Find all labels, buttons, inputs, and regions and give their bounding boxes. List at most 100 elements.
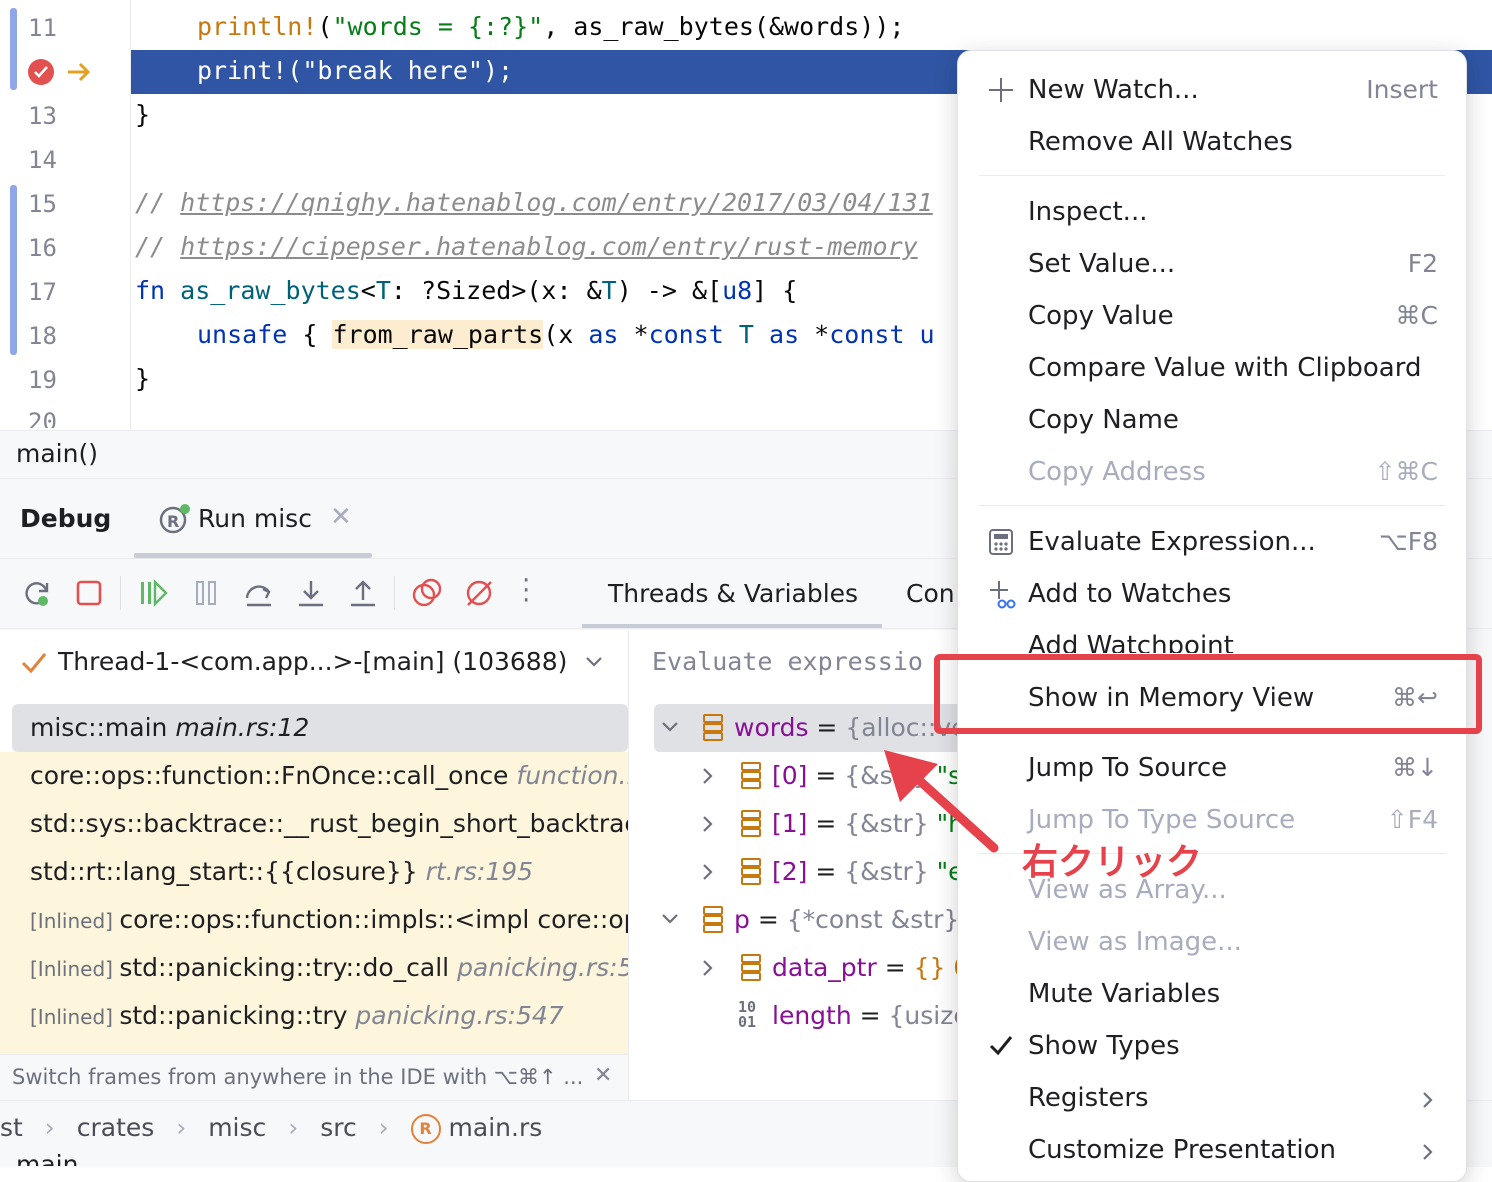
add-to-watches-icon	[990, 581, 1016, 609]
menu-item-registers[interactable]: Registers	[1028, 1083, 1149, 1113]
menu-item-add-watchpoint[interactable]: Add Watchpoint	[1028, 631, 1234, 653]
frame-row[interactable]: [Inlined] std::panicking::try panicking.…	[0, 992, 628, 1040]
code-line-17[interactable]: fn as_raw_bytes<T: ?Sized>(x: &T) -> &[u…	[135, 276, 797, 305]
line-number: 13	[28, 102, 57, 130]
step-out-icon[interactable]	[348, 578, 378, 608]
cut-off-row: main	[16, 1150, 79, 1166]
step-over-icon[interactable]	[244, 578, 274, 608]
shortcut: ⌘C	[1395, 301, 1438, 330]
frame-row[interactable]	[0, 1040, 628, 1054]
rerun-icon[interactable]	[22, 578, 52, 608]
primitive-number-icon: 10 01	[738, 998, 757, 1031]
menu-item-new-watch[interactable]: New Watch...	[1028, 75, 1199, 105]
menu-item-remove-all-watches[interactable]: Remove All Watches	[1028, 127, 1293, 157]
chevron-right-icon[interactable]	[700, 862, 716, 882]
code-line-11[interactable]: println!("words = {:?}", as_raw_bytes(&w…	[197, 12, 904, 41]
step-into-icon[interactable]	[296, 578, 326, 608]
toolbar-separator	[120, 576, 121, 610]
variable-row[interactable]: p = {*const &str} 0	[734, 898, 983, 942]
code-line-16[interactable]: // https://cipepser.hatenablog.com/entry…	[135, 232, 918, 261]
code-line-15[interactable]: // https://qnighy.hatenablog.com/entry/2…	[135, 188, 933, 217]
frame-row[interactable]: std::sys::backtrace::__rust_begin_short_…	[0, 800, 628, 848]
line-number: 11	[28, 14, 57, 42]
mute-breakpoints-icon[interactable]	[464, 578, 494, 608]
context-menu: New Watch... Insert Remove All Watches I…	[957, 50, 1467, 1182]
menu-item-copy-name[interactable]: Copy Name	[1028, 405, 1179, 435]
run-tab-label[interactable]: Run misc	[198, 504, 312, 533]
comment-link[interactable]: https://cipepser.hatenablog.com/entry/ru…	[180, 232, 918, 261]
highlight-annotation-box	[934, 654, 1482, 734]
path-item[interactable]: src	[320, 1113, 357, 1142]
close-hint-icon[interactable]: ✕	[594, 1063, 612, 1088]
chevron-right-icon: ›	[44, 1113, 55, 1142]
breakpoint-icon[interactable]	[26, 56, 58, 88]
editor-gutter[interactable]: 11 13 14 15 16 17 18 19 20	[0, 0, 131, 430]
menu-item-set-value[interactable]: Set Value...	[1028, 249, 1175, 279]
menu-separator	[978, 505, 1446, 506]
chevron-down-icon[interactable]	[584, 654, 604, 670]
code-line-19[interactable]: }	[135, 364, 150, 393]
tab-threads-variables[interactable]: Threads & Variables	[608, 579, 858, 608]
plus-icon	[989, 78, 1013, 102]
rust-file-icon: R	[410, 1114, 441, 1144]
thread-selector[interactable]: Thread-1-<com.app...>-[main] (103688)	[58, 647, 567, 676]
chevron-down-icon[interactable]	[660, 912, 680, 928]
checkmark-icon	[989, 1036, 1013, 1056]
menu-item-evaluate-expression[interactable]: Evaluate Expression...	[1028, 527, 1316, 557]
calculator-icon	[989, 529, 1013, 555]
path-item[interactable]: main.rs	[449, 1113, 543, 1142]
frame-row[interactable]: [Inlined] core::ops::function::impls::<i…	[0, 896, 628, 944]
menu-item-compare-value[interactable]: Compare Value with Clipboard	[1028, 353, 1421, 383]
path-item[interactable]: crates	[77, 1113, 155, 1142]
tab-console[interactable]: Con	[906, 579, 955, 608]
breadcrumb-item[interactable]: main()	[16, 439, 98, 468]
chevron-right-icon: ›	[176, 1113, 187, 1142]
line-number: 17	[28, 278, 57, 306]
menu-item-show-types[interactable]: Show Types	[1028, 1031, 1180, 1061]
menu-item-customize-presentation[interactable]: Customize Presentation	[1028, 1135, 1336, 1165]
menu-item-add-to-watches[interactable]: Add to Watches	[1028, 579, 1231, 609]
shortcut: ⇧⌘C	[1374, 457, 1438, 486]
variable-icon	[741, 858, 761, 885]
code-line-12[interactable]: print!("break here");	[197, 56, 513, 85]
code-line-18[interactable]: unsafe { from_raw_parts(x as *const T as…	[197, 320, 935, 349]
variable-row[interactable]: data_ptr = {} 0x	[772, 946, 984, 990]
frame-row[interactable]: core::ops::function::FnOnce::call_once f…	[0, 752, 628, 800]
chevron-down-icon[interactable]	[660, 720, 680, 736]
variable-icon	[703, 906, 723, 933]
chevron-right-icon: ›	[288, 1113, 299, 1142]
frame-row-selected[interactable]: misc::main main.rs:12	[12, 704, 628, 752]
code-line-13[interactable]: }	[135, 100, 150, 129]
vcs-change-marker[interactable]	[10, 8, 17, 90]
menu-item-copy-address: Copy Address	[1028, 457, 1206, 487]
stop-icon[interactable]	[74, 578, 104, 608]
menu-item-jump-to-source[interactable]: Jump To Source	[1028, 753, 1227, 783]
frame-row[interactable]: [Inlined] std::panicking::try::do_call p…	[0, 944, 628, 992]
path-item[interactable]: misc	[208, 1113, 266, 1142]
menu-item-mute-variables[interactable]: Mute Variables	[1028, 979, 1220, 1009]
close-tab-icon[interactable]: ✕	[330, 502, 352, 532]
hint-text: Switch frames from anywhere in the IDE w…	[12, 1065, 584, 1089]
shortcut: F2	[1407, 249, 1438, 278]
hint-bar: Switch frames from anywhere in the IDE w…	[0, 1054, 628, 1101]
pause-icon[interactable]	[192, 578, 222, 608]
resume-icon[interactable]	[138, 578, 168, 608]
chevron-right-icon[interactable]	[700, 766, 716, 786]
line-number: 14	[28, 146, 57, 174]
view-breakpoints-icon[interactable]	[412, 578, 442, 608]
more-options-icon[interactable]: · · ·	[522, 568, 530, 614]
thread-suspended-check-icon	[21, 653, 47, 674]
vcs-change-marker[interactable]	[10, 185, 17, 355]
path-breadcrumb[interactable]: st › crates › misc › src › R main.rs	[0, 1113, 542, 1144]
comment-link[interactable]: https://qnighy.hatenablog.com/entry/2017…	[180, 188, 933, 217]
menu-item-inspect[interactable]: Inspect...	[1028, 197, 1147, 227]
evaluate-expression-input[interactable]: Evaluate expressio	[652, 647, 923, 676]
menu-item-copy-value[interactable]: Copy Value	[1028, 301, 1174, 331]
frame-row[interactable]: std::rt::lang_start::{{closure}} rt.rs:1…	[0, 848, 628, 896]
annotation-arrow	[884, 750, 999, 853]
chevron-right-icon[interactable]	[700, 958, 716, 978]
path-item[interactable]: st	[0, 1113, 23, 1142]
variable-row[interactable]: length = {usize}	[772, 994, 985, 1038]
chevron-right-icon[interactable]	[700, 814, 716, 834]
shortcut: ⌥F8	[1378, 527, 1438, 556]
